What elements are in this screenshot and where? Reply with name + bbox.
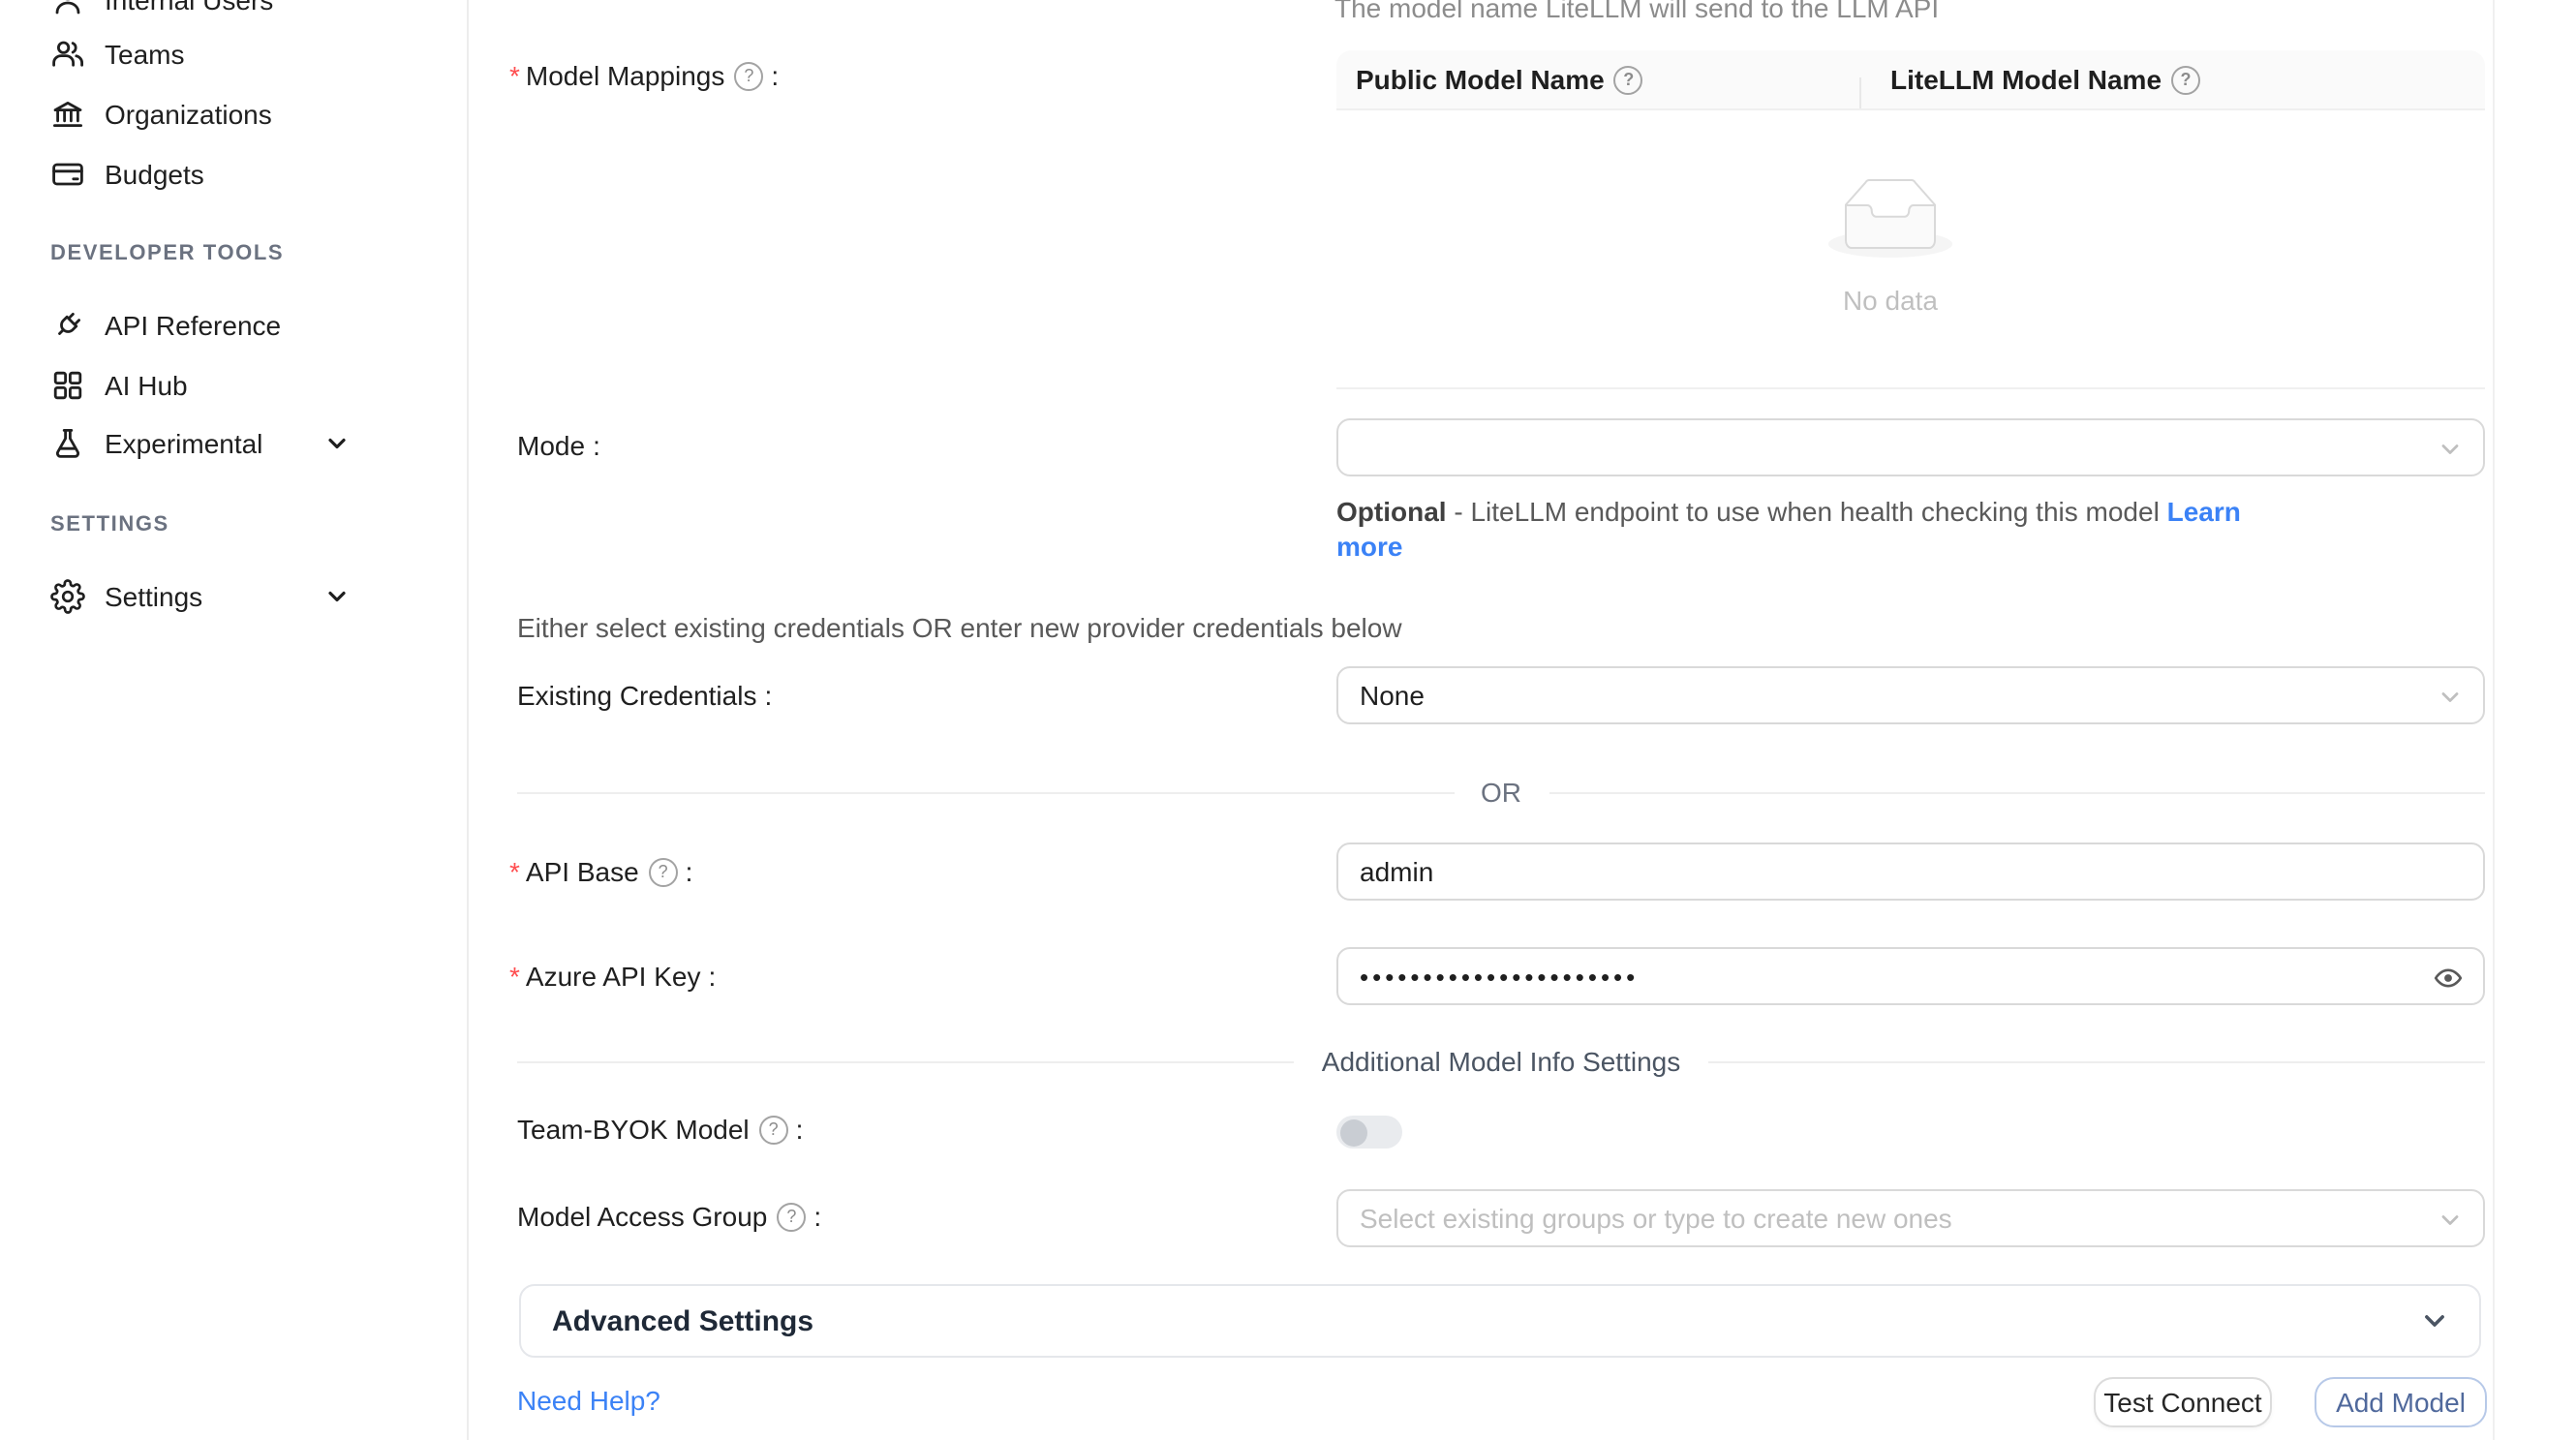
advanced-settings-panel[interactable]: Advanced Settings (519, 1284, 2481, 1358)
required-mark: * (509, 60, 520, 91)
existing-credentials-label: Existing Credentials : (517, 680, 772, 711)
chevron-down-icon (2438, 686, 2462, 709)
table-bottom-border (1336, 387, 2485, 389)
add-model-form: The model name LiteLLM will send to the … (467, 0, 2576, 1440)
credentials-note: Either select existing credentials OR en… (517, 612, 1402, 643)
required-mark: * (509, 856, 520, 887)
toggle-knob (1339, 1118, 1366, 1146)
team-byok-label: Team-BYOK Model ? : (517, 1114, 803, 1145)
model-access-group-label: Model Access Group ? : (517, 1201, 821, 1232)
required-mark: * (509, 961, 520, 992)
add-model-page: Internal Users Teams Organizations Budge… (0, 0, 2576, 1440)
azure-api-key-label: * Azure API Key : (509, 961, 716, 992)
model-mappings-label: * Model Mappings ? : (509, 60, 779, 91)
model-access-group-select[interactable]: Select existing groups or type to create… (1336, 1189, 2485, 1247)
chevron-down-icon (2421, 1307, 2448, 1334)
need-help-link[interactable]: Need Help? (517, 1385, 660, 1416)
help-icon[interactable]: ? (759, 1115, 788, 1144)
select-placeholder: Select existing groups or type to create… (1360, 1203, 1952, 1234)
mode-label: Mode : (517, 430, 600, 461)
mode-select[interactable] (1336, 418, 2485, 476)
help-icon[interactable]: ? (777, 1202, 806, 1231)
eye-icon[interactable] (2433, 963, 2464, 994)
test-connect-button[interactable]: Test Connect (2094, 1377, 2272, 1427)
help-icon[interactable]: ? (1614, 65, 1643, 94)
no-data-text: No data (1336, 285, 2444, 316)
help-icon[interactable]: ? (2171, 65, 2200, 94)
chevron-down-icon (2438, 1209, 2462, 1232)
form-layer: The model name LiteLLM will send to the … (0, 0, 2576, 1440)
learn-more-link[interactable]: Learn (2167, 496, 2241, 527)
help-icon[interactable]: ? (734, 61, 763, 90)
model-name-hint: The model name LiteLLM will send to the … (1334, 0, 1939, 23)
mode-help-text: Optional - LiteLLM endpoint to use when … (1336, 494, 2241, 564)
or-divider: OR (517, 777, 2485, 808)
masked-password-value: •••••••••••••••••••••• (1360, 963, 1639, 992)
content-right-border (2493, 0, 2495, 1440)
empty-inbox-icon (1828, 178, 1952, 258)
model-mappings-table-header: Public Model Name ? LiteLLM Model Name ? (1336, 50, 2485, 110)
chevron-down-icon (2438, 438, 2462, 461)
team-byok-toggle[interactable] (1336, 1116, 1402, 1149)
add-model-button[interactable]: Add Model (2315, 1377, 2487, 1427)
existing-credentials-select[interactable]: None (1336, 666, 2485, 724)
help-icon[interactable]: ? (649, 857, 678, 886)
column-litellm-model-name: LiteLLM Model Name ? (1859, 64, 2485, 95)
additional-info-divider: Additional Model Info Settings (517, 1046, 2485, 1077)
table-empty-state: No data (1336, 178, 2444, 316)
api-base-label: * API Base ? : (509, 856, 692, 887)
column-public-model-name: Public Model Name ? (1336, 64, 1859, 95)
learn-more-link[interactable]: more (1336, 531, 1402, 562)
api-base-input[interactable]: admin (1336, 843, 2485, 901)
azure-api-key-input[interactable]: •••••••••••••••••••••• (1336, 947, 2485, 1005)
advanced-settings-title: Advanced Settings (552, 1304, 813, 1337)
